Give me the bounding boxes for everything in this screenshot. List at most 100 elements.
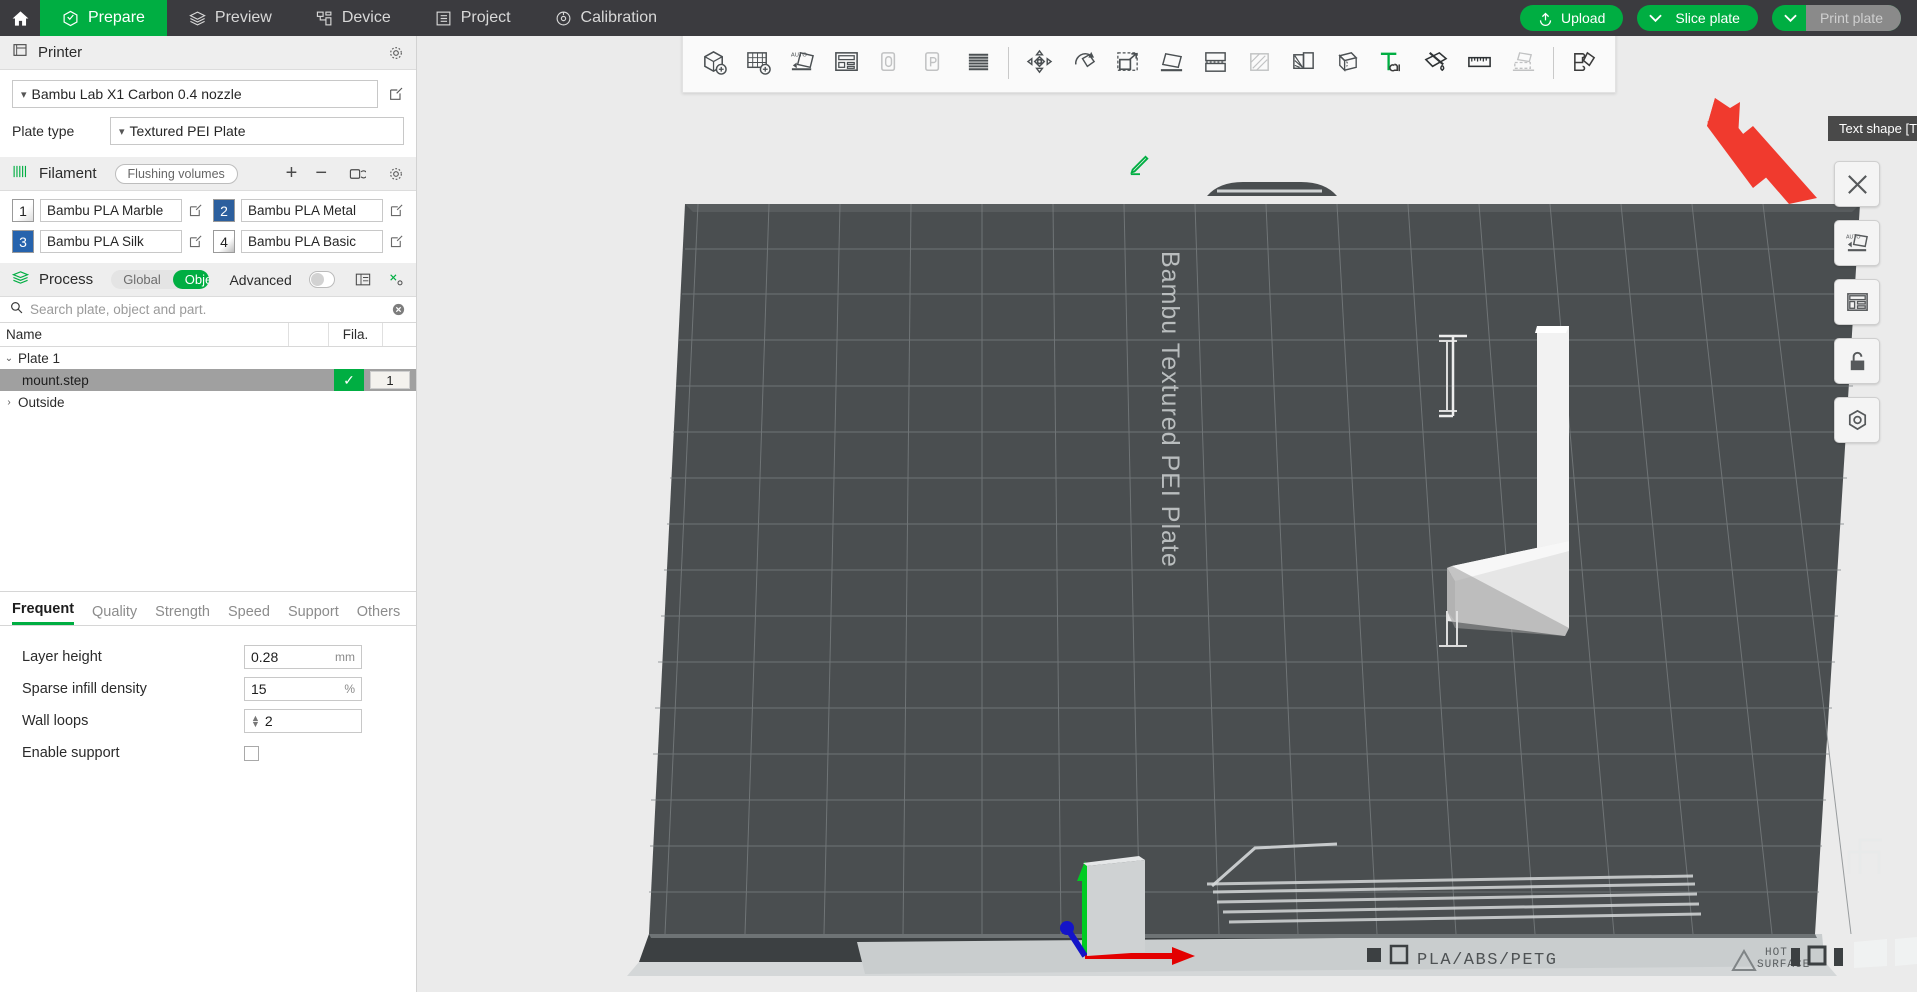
enable-support-checkbox[interactable] [244,745,259,761]
tab-strength[interactable]: Strength [155,604,210,625]
reset-process-icon[interactable] [388,272,404,287]
filament-name-2[interactable]: Bambu PLA Metal [241,199,383,222]
rotate-icon[interactable] [1062,41,1104,85]
print-plate-button[interactable]: Print plate [1771,5,1901,31]
move-icon[interactable] [1018,41,1060,85]
slice-plate-button[interactable]: Slice plate [1637,5,1758,31]
filament-color-swatch-4[interactable]: 4 [213,230,235,253]
tab-calibration[interactable]: Calibration [533,0,679,36]
sparse-infill-value: 15 [251,681,267,697]
tab-device[interactable]: Device [294,0,413,36]
add-filament-button[interactable]: + [286,162,298,185]
scope-objects-chip[interactable]: Objects [172,270,210,289]
tree-twisty-plate-1[interactable]: ⌄ [0,353,18,364]
tab-project[interactable]: Project [413,0,533,36]
object-list-view-icon[interactable] [355,272,371,287]
tree-row-mount-step[interactable]: mount.step ✓ 1 [0,369,416,391]
scale-icon[interactable] [1106,41,1148,85]
support-painting-icon[interactable] [1238,41,1280,85]
fdm-brim-icon[interactable] [1414,41,1456,85]
tree-twisty-outside[interactable]: › [0,397,18,408]
sync-filament-icon[interactable] [349,166,366,182]
tab-prepare[interactable]: Prepare [40,0,167,36]
remove-filament-button[interactable]: − [315,162,327,185]
tree-row-outside[interactable]: › Outside [0,391,416,413]
slice-dropdown-caret-icon[interactable] [1637,14,1671,23]
viewport-right-toolbar: AUTO [1834,161,1880,443]
3d-viewport[interactable]: Bambu Textured PEI Plate PLA/ABS/PETG HO… [417,36,1917,992]
place-on-face-icon[interactable] [1150,41,1192,85]
object-search-bar[interactable] [0,297,416,323]
seam-painting-icon[interactable] [1282,41,1324,85]
measure-icon[interactable] [1458,41,1500,85]
mmu-painting-icon[interactable] [1326,41,1368,85]
orient-icon[interactable] [1834,279,1880,325]
filament-settings-gear-icon[interactable] [388,166,404,182]
tab-frequent[interactable]: Frequent [12,601,75,625]
filament-name-4[interactable]: Bambu PLA Basic [241,230,383,253]
undo-icon[interactable] [869,41,911,85]
param-label-sparse-infill: Sparse infill density [22,681,147,697]
settings-params: Layer height 0.28 mm Sparse infill densi… [0,626,416,768]
filament-color-swatch-3[interactable]: 3 [12,230,34,253]
home-button[interactable] [0,0,40,36]
tab-quality[interactable]: Quality [92,604,137,625]
upload-button[interactable]: Upload [1519,5,1624,31]
toolbar-separator-1 [1008,46,1009,79]
assembly-icon[interactable] [1502,41,1544,85]
print-dropdown-caret-icon[interactable] [1772,14,1806,23]
plate-type-select[interactable]: ▾ Textured PEI Plate [110,117,404,145]
variable-layer-height-icon[interactable] [957,41,999,85]
plate-name-edit-icon[interactable] [1129,154,1151,181]
printer-model-select[interactable]: ▾ Bambu Lab X1 Carbon 0.4 nozzle [12,80,378,108]
tab-preview[interactable]: Preview [167,0,294,36]
top-navigation-bar: Prepare Preview Device Project Calibrati… [0,0,1917,36]
chevron-down-icon: ▾ [119,125,125,138]
search-input[interactable] [30,302,384,317]
add-plate-icon[interactable] [737,41,779,85]
cut-icon[interactable] [1194,41,1236,85]
filament-name-3[interactable]: Bambu PLA Silk [40,230,182,253]
flushing-volumes-button[interactable]: Flushing volumes [114,163,238,184]
filament-color-swatch-2[interactable]: 2 [213,199,235,222]
edit-filament-icon-3[interactable] [188,234,203,249]
upload-label: Upload [1560,10,1606,26]
tab-project-label: Project [460,9,511,26]
tab-others[interactable]: Others [357,604,401,625]
edit-filament-icon-1[interactable] [188,203,203,218]
upload-icon [1539,12,1552,26]
redo-icon[interactable] [913,41,955,85]
lock-icon[interactable] [1834,338,1880,384]
wall-loops-stepper[interactable]: ▲ ▼ 2 [244,709,362,733]
tree-label-outside: Outside [18,394,65,410]
scope-global-chip[interactable]: Global [111,270,173,289]
add-object-icon[interactable] [693,41,735,85]
filament-color-swatch-1[interactable]: 1 [12,199,34,222]
assemble-view-icon[interactable] [1563,41,1605,85]
auto-arrange-icon[interactable]: AUTO [781,41,823,85]
tab-support[interactable]: Support [288,604,339,625]
clear-search-icon[interactable] [391,302,406,317]
auto-arrange-icon[interactable]: AUTO [1834,220,1880,266]
delete-icon[interactable] [1834,161,1880,207]
hot-surface-line-2: SURFACE [1757,959,1810,971]
stepper-arrows-icon[interactable]: ▲ ▼ [251,714,260,729]
edit-printer-icon[interactable] [388,86,404,102]
printer-settings-gear-icon[interactable] [388,45,404,61]
tab-preview-label: Preview [214,9,272,26]
object-filament-badge[interactable]: 1 [370,371,410,389]
tab-speed[interactable]: Speed [228,604,270,625]
layout-icon[interactable] [825,41,867,85]
objects-table-header: Name Fila. [0,323,416,347]
filament-name-1[interactable]: Bambu PLA Marble [40,199,182,222]
text-shape-icon[interactable] [1370,41,1412,85]
edit-filament-icon-4[interactable] [389,234,404,249]
advanced-toggle[interactable] [308,271,335,288]
layer-height-input[interactable]: 0.28 mm [244,645,362,669]
edit-filament-icon-2[interactable] [389,203,404,218]
object-visible-check-icon[interactable]: ✓ [334,369,364,391]
tree-row-plate-1[interactable]: ⌄ Plate 1 [0,347,416,369]
sparse-infill-input[interactable]: 15 % [244,677,362,701]
settings-gear-icon[interactable] [1834,397,1880,443]
left-sidebar: Printer ▾ Bambu Lab X1 Carbon 0.4 nozzle… [0,36,417,992]
